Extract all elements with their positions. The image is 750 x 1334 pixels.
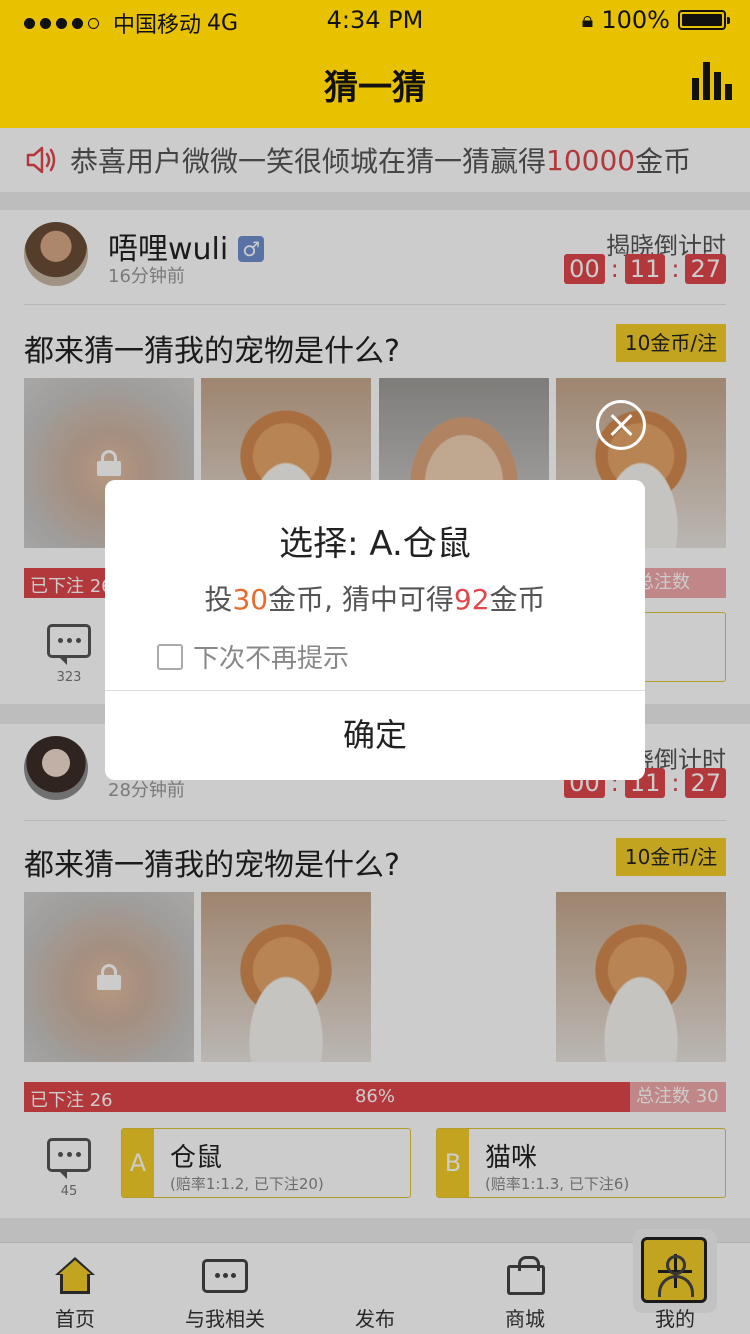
checkbox[interactable] bbox=[157, 643, 183, 670]
nav-bar: 猜一猜 bbox=[0, 40, 750, 128]
battery-percent: 100% bbox=[601, 6, 670, 34]
bet-amount: 30 bbox=[232, 583, 269, 616]
checkbox-label: 下次不再提示 bbox=[193, 644, 350, 674]
status-bar: 中国移动 4G 4:34 PM 🔒︎ 100% bbox=[0, 0, 750, 40]
dont-show-again[interactable]: 下次不再提示 bbox=[157, 638, 349, 675]
page-title: 猜一猜 bbox=[324, 68, 426, 108]
dialog-message: 投30金币, 猜中可得92金币 bbox=[204, 583, 546, 616]
confirm-button[interactable]: 确定 bbox=[105, 691, 645, 780]
close-icon[interactable] bbox=[596, 400, 646, 450]
rotation-lock-icon: 🔒︎ bbox=[581, 7, 594, 33]
battery-icon bbox=[678, 10, 730, 30]
bar-chart-icon[interactable] bbox=[692, 58, 732, 100]
dialog-title: 选择: A.仓鼠 bbox=[279, 524, 471, 564]
reward-amount: 92 bbox=[453, 583, 490, 616]
modal-backdrop[interactable] bbox=[0, 1242, 750, 1334]
confirm-dialog: 选择: A.仓鼠 投30金币, 猜中可得92金币 下次不再提示 确定 bbox=[105, 480, 645, 780]
